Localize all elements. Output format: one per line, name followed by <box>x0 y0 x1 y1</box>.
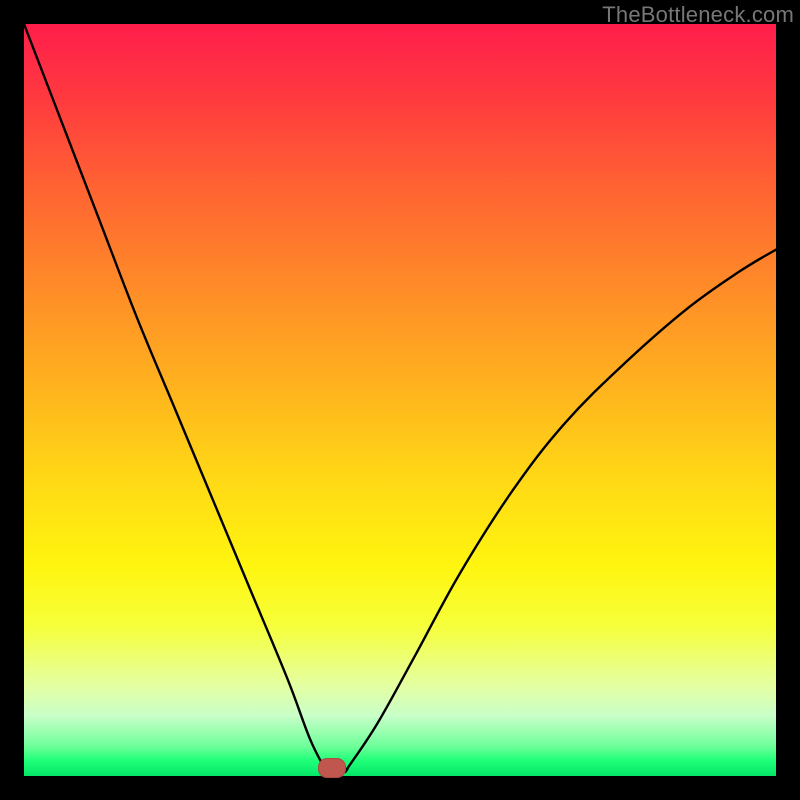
chart-container: TheBottleneck.com <box>0 0 800 800</box>
curve-svg <box>24 24 776 776</box>
bottleneck-curve <box>24 24 776 773</box>
plot-area <box>24 24 776 776</box>
optimal-point-marker <box>318 758 346 778</box>
